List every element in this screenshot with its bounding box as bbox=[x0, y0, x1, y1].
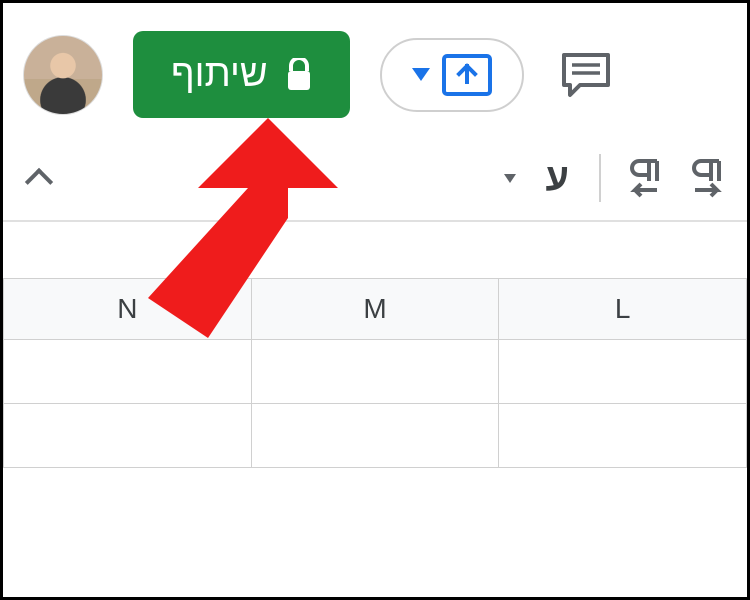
share-button[interactable]: שיתוף bbox=[133, 31, 350, 118]
column-header[interactable]: L bbox=[499, 279, 747, 340]
language-button[interactable]: ע bbox=[542, 157, 574, 200]
cell[interactable] bbox=[499, 404, 747, 468]
table-row bbox=[4, 404, 747, 468]
present-dropdown[interactable] bbox=[380, 38, 524, 112]
cell[interactable] bbox=[499, 340, 747, 404]
column-header[interactable]: M bbox=[251, 279, 499, 340]
header-bar: שיתוף bbox=[3, 3, 747, 148]
cell[interactable] bbox=[4, 340, 252, 404]
chevron-down-icon bbox=[412, 68, 430, 81]
avatar[interactable] bbox=[23, 35, 103, 115]
text-direction-ltr-button[interactable] bbox=[689, 158, 725, 198]
cell[interactable] bbox=[251, 340, 499, 404]
toolbar: ע bbox=[3, 148, 747, 220]
toolbar-right-group: ע bbox=[504, 154, 726, 202]
present-screen-icon bbox=[442, 54, 492, 96]
column-header[interactable]: N bbox=[4, 279, 252, 340]
toolbar-divider bbox=[599, 154, 601, 202]
cell[interactable] bbox=[251, 404, 499, 468]
text-direction-rtl-button[interactable] bbox=[627, 158, 663, 198]
table-row bbox=[4, 340, 747, 404]
comments-icon[interactable] bbox=[560, 51, 612, 99]
dropdown-icon[interactable] bbox=[504, 174, 516, 183]
collapse-toolbar-button[interactable] bbox=[25, 164, 53, 192]
formula-bar-area bbox=[3, 222, 747, 278]
column-header-row: N M L bbox=[4, 279, 747, 340]
lock-icon bbox=[286, 58, 312, 92]
share-button-label: שיתוף bbox=[171, 53, 268, 96]
cell[interactable] bbox=[4, 404, 252, 468]
spreadsheet-grid[interactable]: N M L bbox=[3, 278, 747, 468]
